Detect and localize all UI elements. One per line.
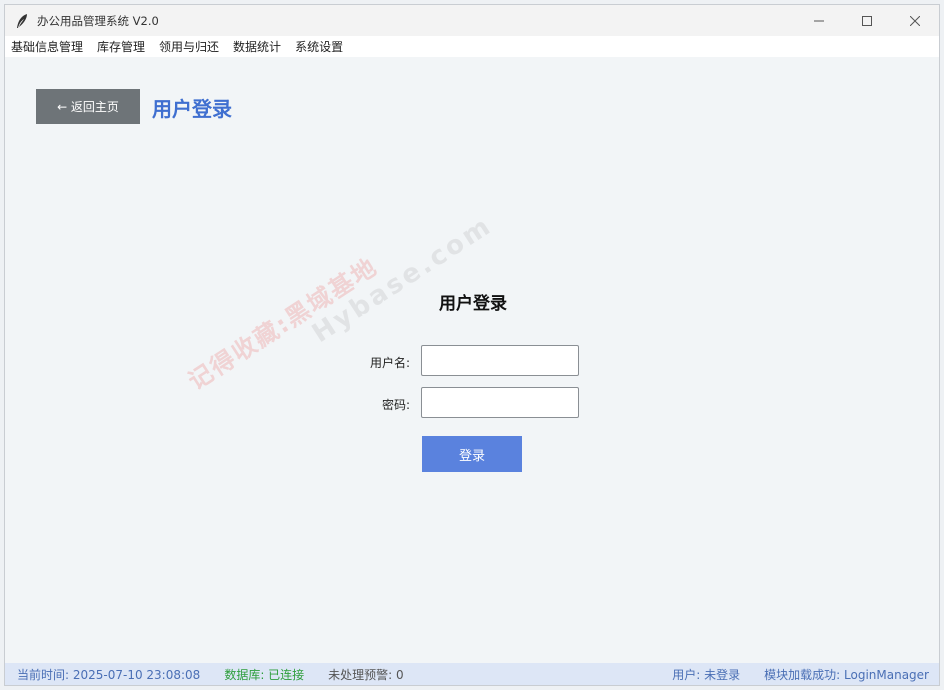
username-input[interactable] <box>421 345 579 376</box>
feather-icon <box>15 13 29 29</box>
watermark-line2: Hybase.com <box>307 210 498 350</box>
page-title: 用户登录 <box>152 97 232 121</box>
status-database: 数据库: 已连接 <box>224 667 305 682</box>
status-bar: 当前时间: 2025-07-10 23:08:08 数据库: 已连接 未处理预警… <box>5 663 939 685</box>
close-icon <box>910 15 920 26</box>
status-alerts: 未处理预警: 0 <box>328 667 404 682</box>
menu-settings[interactable]: 系统设置 <box>288 38 350 55</box>
close-button[interactable] <box>891 5 939 36</box>
status-time: 当前时间: 2025-07-10 23:08:08 <box>17 667 201 682</box>
minimize-button[interactable] <box>795 5 843 36</box>
login-button[interactable]: 登录 <box>422 436 522 472</box>
username-label: 用户名: <box>369 356 410 370</box>
status-module: 模块加载成功: LoginManager <box>764 667 929 682</box>
maximize-icon <box>862 15 872 26</box>
window-title: 办公用品管理系统 V2.0 <box>37 13 159 28</box>
password-input[interactable] <box>421 387 579 418</box>
menu-borrow-return[interactable]: 领用与归还 <box>152 38 226 55</box>
maximize-button[interactable] <box>843 5 891 36</box>
window-controls <box>795 5 939 36</box>
minimize-icon <box>814 20 824 21</box>
login-heading-text: 用户登录 <box>439 294 507 314</box>
title-bar[interactable]: 办公用品管理系统 V2.0 <box>5 5 939 36</box>
app-window: 办公用品管理系统 V2.0 基础信息管理 库存管理 领用与归还 数据统计 系统设… <box>4 4 940 686</box>
menu-inventory[interactable]: 库存管理 <box>90 38 152 55</box>
password-label: 密码: <box>381 398 410 412</box>
status-user: 用户: 未登录 <box>672 667 741 682</box>
menu-bar: 基础信息管理 库存管理 领用与归还 数据统计 系统设置 <box>5 36 939 57</box>
main-content: ← 返回主页 用户登录 用户登录 用户名: 密码: 登录 记得收藏:黑域基地 H… <box>5 57 939 665</box>
back-home-button[interactable]: ← 返回主页 <box>36 89 140 124</box>
login-heading: 用户登录 <box>5 289 939 314</box>
menu-basic-info[interactable]: 基础信息管理 <box>5 38 90 55</box>
menu-statistics[interactable]: 数据统计 <box>226 38 288 55</box>
